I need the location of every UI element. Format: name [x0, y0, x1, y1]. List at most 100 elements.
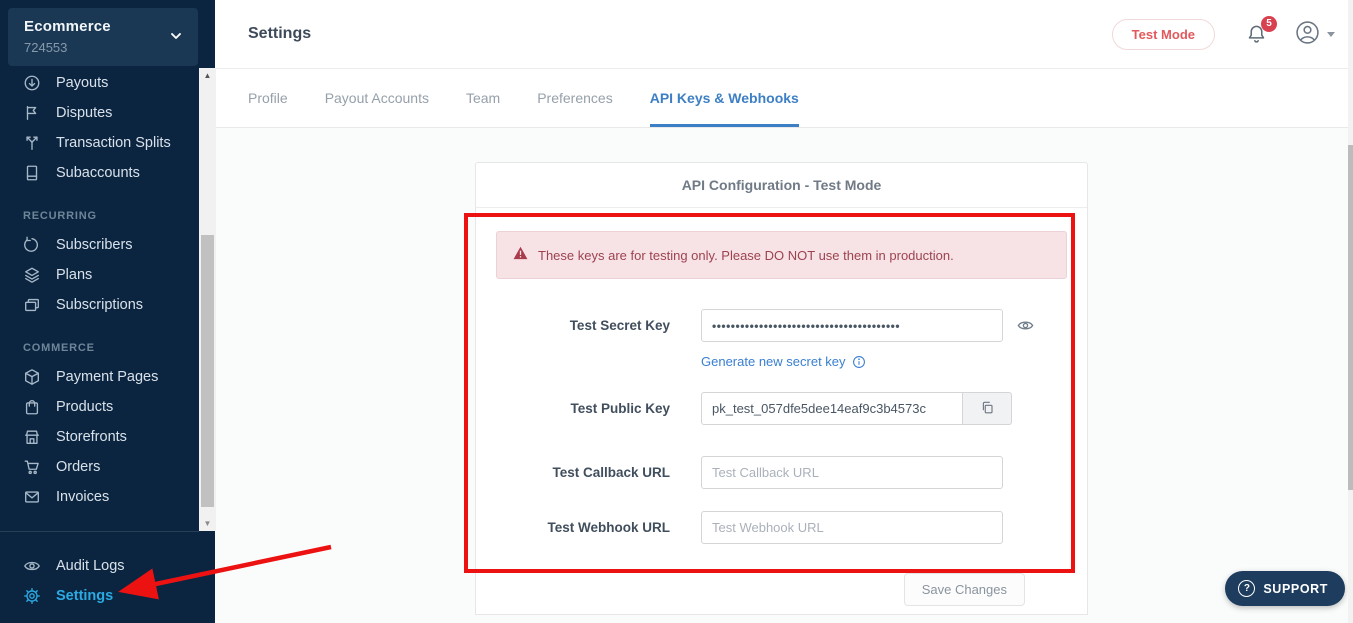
package-icon [23, 368, 41, 386]
sidebar-item-subscriptions[interactable]: Subscriptions [0, 290, 199, 320]
tab-profile[interactable]: Profile [248, 69, 288, 127]
layers-icon [23, 266, 41, 284]
sidebar-item-label: Audit Logs [56, 558, 125, 574]
sidebar-item-transaction-splits[interactable]: Transaction Splits [0, 128, 199, 158]
sidebar-nav: Payouts Disputes Transaction Splits Suba… [0, 68, 199, 512]
sidebar-item-subaccounts[interactable]: Subaccounts [0, 158, 199, 188]
warning-triangle-icon [513, 246, 528, 265]
callback-url-label: Test Callback URL [496, 465, 670, 480]
sidebar-item-storefronts[interactable]: Storefronts [0, 422, 199, 452]
split-arrows-icon [23, 134, 41, 152]
public-key-group [701, 392, 1012, 425]
notifications-button[interactable]: 5 [1245, 23, 1269, 47]
sidebar-item-label: Settings [56, 588, 113, 604]
sidebar-item-label: Payment Pages [56, 369, 158, 385]
rotate-ccw-icon [23, 236, 41, 254]
sidebar-item-label: Disputes [56, 105, 112, 121]
save-changes-button[interactable]: Save Changes [904, 573, 1025, 606]
account-menu[interactable] [1295, 20, 1335, 50]
sidebar-section-commerce: COMMERCE [0, 334, 199, 362]
sidebar-item-label: Plans [56, 267, 92, 283]
webhook-url-label: Test Webhook URL [496, 520, 670, 535]
reveal-secret-eye-icon[interactable] [1016, 316, 1035, 335]
question-circle-icon: ? [1238, 580, 1255, 597]
shopping-bag-icon [23, 398, 41, 416]
public-key-label: Test Public Key [496, 401, 670, 416]
org-name: Ecommerce [24, 18, 111, 35]
sidebar-item-label: Storefronts [56, 429, 127, 445]
topbar-controls: Test Mode 5 [1112, 0, 1335, 69]
sidebar-item-orders[interactable]: Orders [0, 452, 199, 482]
sidebar-scroll-thumb[interactable] [201, 235, 214, 507]
main-area: Settings Test Mode 5 Profile Payout Acco… [215, 0, 1353, 623]
sidebar-item-label: Invoices [56, 489, 109, 505]
sidebar-item-label: Transaction Splits [56, 135, 171, 151]
sidebar-item-invoices[interactable]: Invoices [0, 482, 199, 512]
copy-public-key-button[interactable] [963, 392, 1012, 425]
org-id: 724553 [24, 40, 67, 55]
info-icon[interactable] [852, 355, 866, 369]
eye-icon [23, 557, 41, 575]
callback-url-input[interactable] [701, 456, 1003, 489]
tab-payout-accounts[interactable]: Payout Accounts [325, 69, 429, 127]
card-body: These keys are for testing only. Please … [476, 231, 1087, 606]
sidebar-item-products[interactable]: Products [0, 392, 199, 422]
bell-icon [1245, 33, 1268, 50]
sidebar-item-plans[interactable]: Plans [0, 260, 199, 290]
chevron-down-icon [168, 28, 184, 49]
support-label: SUPPORT [1263, 582, 1328, 596]
generate-secret-key-link[interactable]: Generate new secret key [701, 354, 846, 369]
sidebar-scrollbar[interactable]: ▲ ▼ [199, 68, 216, 531]
book-icon [23, 164, 41, 182]
sidebar-item-label: Payouts [56, 75, 108, 91]
test-keys-warning-banner: These keys are for testing only. Please … [496, 231, 1067, 279]
sidebar-section-recurring: RECURRING [0, 202, 199, 230]
page-scrollbar[interactable] [1348, 0, 1353, 623]
sidebar-footer: Audit Logs Settings [0, 531, 199, 611]
sidebar-item-payouts[interactable]: Payouts [0, 68, 199, 98]
secret-key-input[interactable] [701, 309, 1003, 342]
stacked-cards-icon [23, 296, 41, 314]
sidebar-item-label: Subaccounts [56, 165, 140, 181]
card-header: API Configuration - Test Mode [476, 163, 1087, 208]
page-title: Settings [248, 25, 311, 43]
chevron-down-icon [1327, 32, 1335, 37]
public-key-input[interactable] [701, 392, 963, 425]
generate-secret-key-row: Generate new secret key [496, 354, 1067, 369]
scroll-down-arrow[interactable]: ▼ [199, 516, 216, 531]
secret-key-row: Test Secret Key [496, 309, 1067, 342]
content-area: API Configuration - Test Mode These keys… [215, 128, 1353, 623]
webhook-url-row: Test Webhook URL [496, 511, 1067, 544]
flag-icon [23, 104, 41, 122]
payout-circle-arrow-icon [23, 74, 41, 92]
webhook-url-input[interactable] [701, 511, 1003, 544]
sidebar: Ecommerce 724553 Payouts Disputes Transa… [0, 0, 215, 623]
avatar-icon [1295, 20, 1320, 50]
sidebar-item-disputes[interactable]: Disputes [0, 98, 199, 128]
scroll-up-arrow[interactable]: ▲ [199, 68, 216, 83]
topbar: Settings Test Mode 5 [215, 0, 1353, 69]
storefront-icon [23, 428, 41, 446]
support-button[interactable]: ? SUPPORT [1225, 571, 1345, 606]
tab-api-keys-webhooks[interactable]: API Keys & Webhooks [650, 69, 799, 127]
secret-key-label: Test Secret Key [496, 318, 670, 333]
callback-url-row: Test Callback URL [496, 456, 1067, 489]
org-switcher[interactable]: Ecommerce 724553 [8, 8, 198, 66]
sidebar-item-subscribers[interactable]: Subscribers [0, 230, 199, 260]
tab-team[interactable]: Team [466, 69, 500, 127]
gear-icon [23, 587, 41, 605]
public-key-row: Test Public Key [496, 392, 1067, 425]
sidebar-item-settings[interactable]: Settings [0, 581, 199, 611]
envelope-icon [23, 488, 41, 506]
sidebar-item-payment-pages[interactable]: Payment Pages [0, 362, 199, 392]
test-mode-button[interactable]: Test Mode [1112, 19, 1215, 50]
tab-preferences[interactable]: Preferences [537, 69, 612, 127]
warning-text: These keys are for testing only. Please … [538, 248, 954, 263]
sidebar-item-label: Subscribers [56, 237, 133, 253]
page-scroll-thumb[interactable] [1348, 145, 1353, 490]
sidebar-item-audit-logs[interactable]: Audit Logs [0, 551, 199, 581]
settings-tabs: Profile Payout Accounts Team Preferences… [215, 69, 1353, 128]
save-row: Save Changes [496, 573, 1067, 606]
app-screen: Ecommerce 724553 Payouts Disputes Transa… [0, 0, 1353, 623]
sidebar-item-label: Products [56, 399, 113, 415]
